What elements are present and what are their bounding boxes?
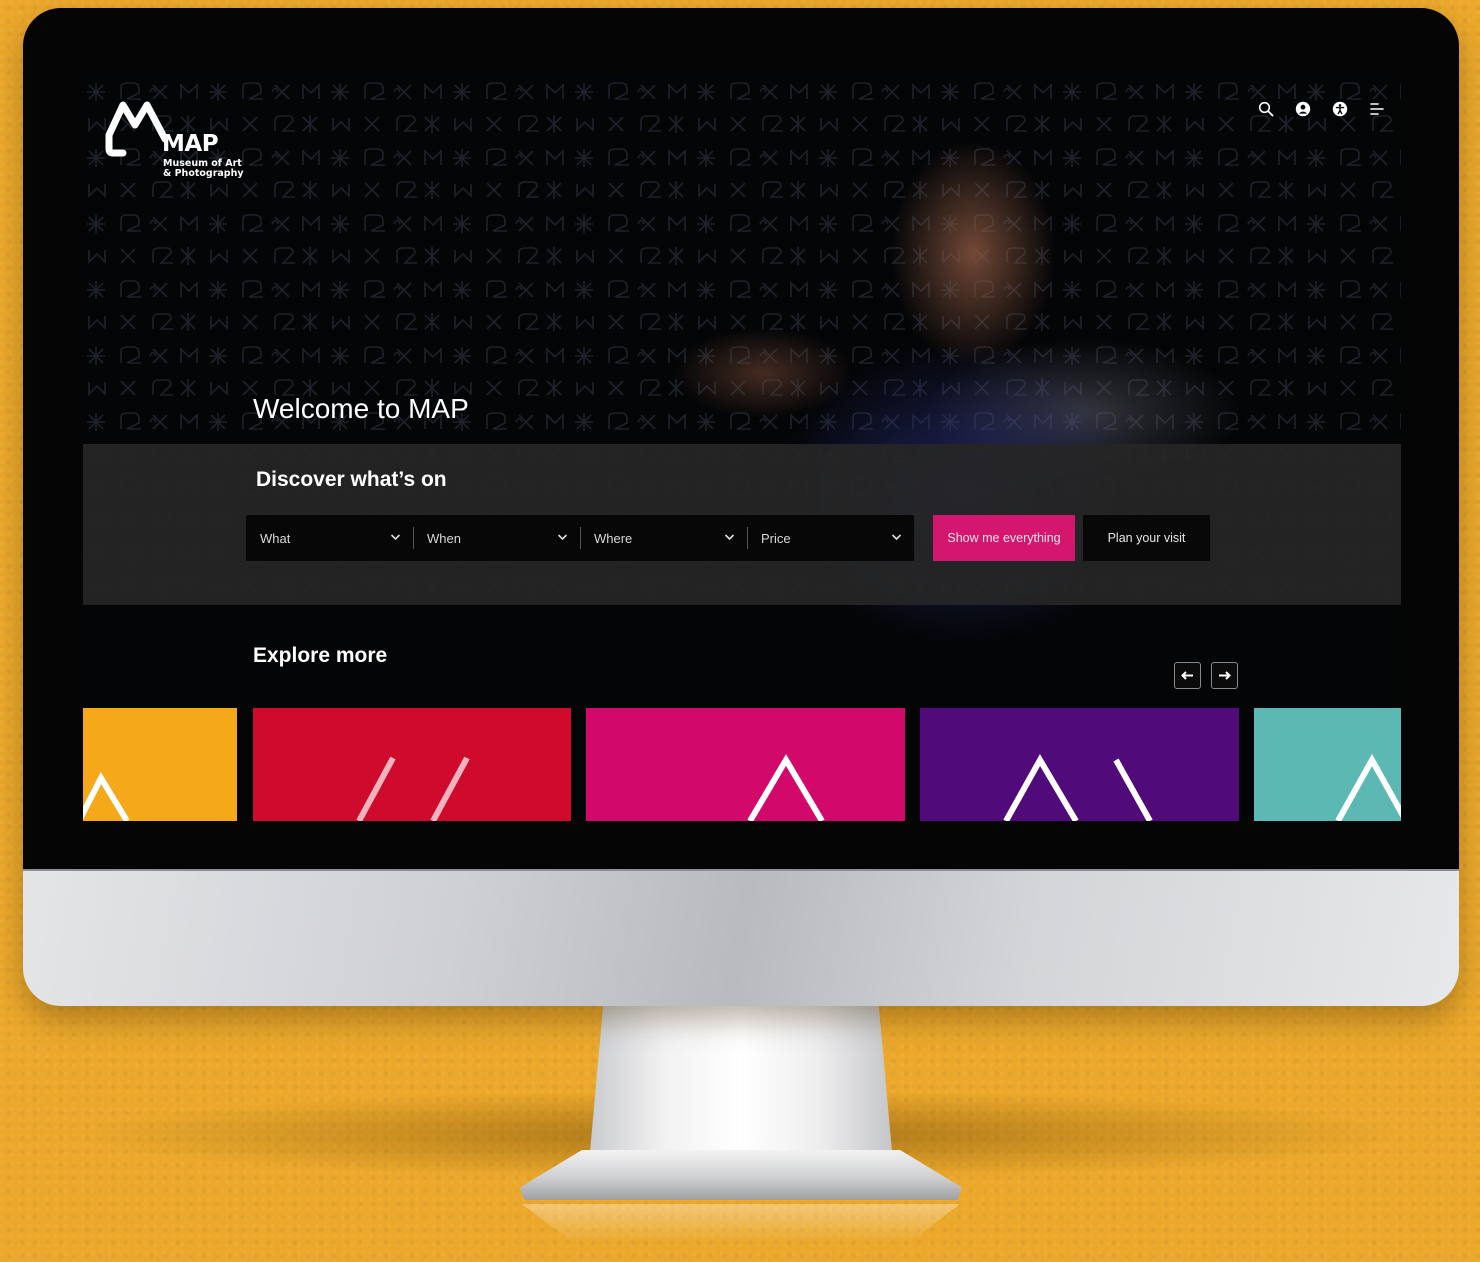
menu-icon[interactable] [1366,98,1387,119]
logo-subtitle: Museum of Art & Photography [163,159,253,179]
filter-where-dropdown[interactable]: Where [580,515,747,561]
filter-bar: What When Where Price [246,515,914,561]
monitor: MAP Museum of Art & Photography Welcome … [23,8,1459,1006]
accessibility-icon[interactable] [1329,98,1350,119]
discover-panel: Discover what’s on What When Where Price [83,444,1401,605]
explore-title: Explore more [253,644,388,667]
explore-card[interactable] [920,708,1239,821]
explore-card[interactable] [586,708,905,821]
chevron-down-icon [724,534,735,541]
monitor-chin-edge [23,869,1459,871]
chevron-down-icon [557,534,568,541]
arrow-left-icon [1181,671,1193,680]
filter-when-dropdown[interactable]: When [413,515,580,561]
filter-price-label: Price [761,530,791,546]
header-icons [1255,98,1387,119]
monitor-base-reflection [522,1204,960,1244]
discover-title: Discover what’s on [256,468,447,491]
filter-price-dropdown[interactable]: Price [747,515,914,561]
chevron-down-icon [390,534,401,541]
filter-what-dropdown[interactable]: What [246,515,413,561]
explore-card[interactable] [1254,708,1401,821]
search-icon[interactable] [1255,98,1276,119]
website-screen: MAP Museum of Art & Photography Welcome … [83,73,1401,821]
carousel-next-button[interactable] [1211,662,1238,689]
hero-title: Welcome to MAP [253,393,469,424]
plan-your-visit-button[interactable]: Plan your visit [1083,515,1210,561]
explore-card[interactable] [83,708,237,821]
carousel-prev-button[interactable] [1174,662,1201,689]
arrow-right-icon [1219,671,1231,680]
filter-what-label: What [260,530,291,546]
monitor-stand-base [520,1150,962,1200]
chevron-down-icon [891,534,902,541]
explore-card[interactable] [253,708,571,821]
filter-when-label: When [427,530,461,546]
user-icon[interactable] [1292,98,1313,119]
monitor-chin [23,869,1459,1006]
logo-title: MAP [162,131,219,157]
monitor-stand-neck [588,1004,894,1174]
logo-subtitle-line2: & Photography [163,168,244,179]
map-logo[interactable]: MAP Museum of Art & Photography [105,95,245,179]
filter-where-label: Where [594,530,633,546]
show-me-everything-button[interactable]: Show me everything [933,515,1075,561]
